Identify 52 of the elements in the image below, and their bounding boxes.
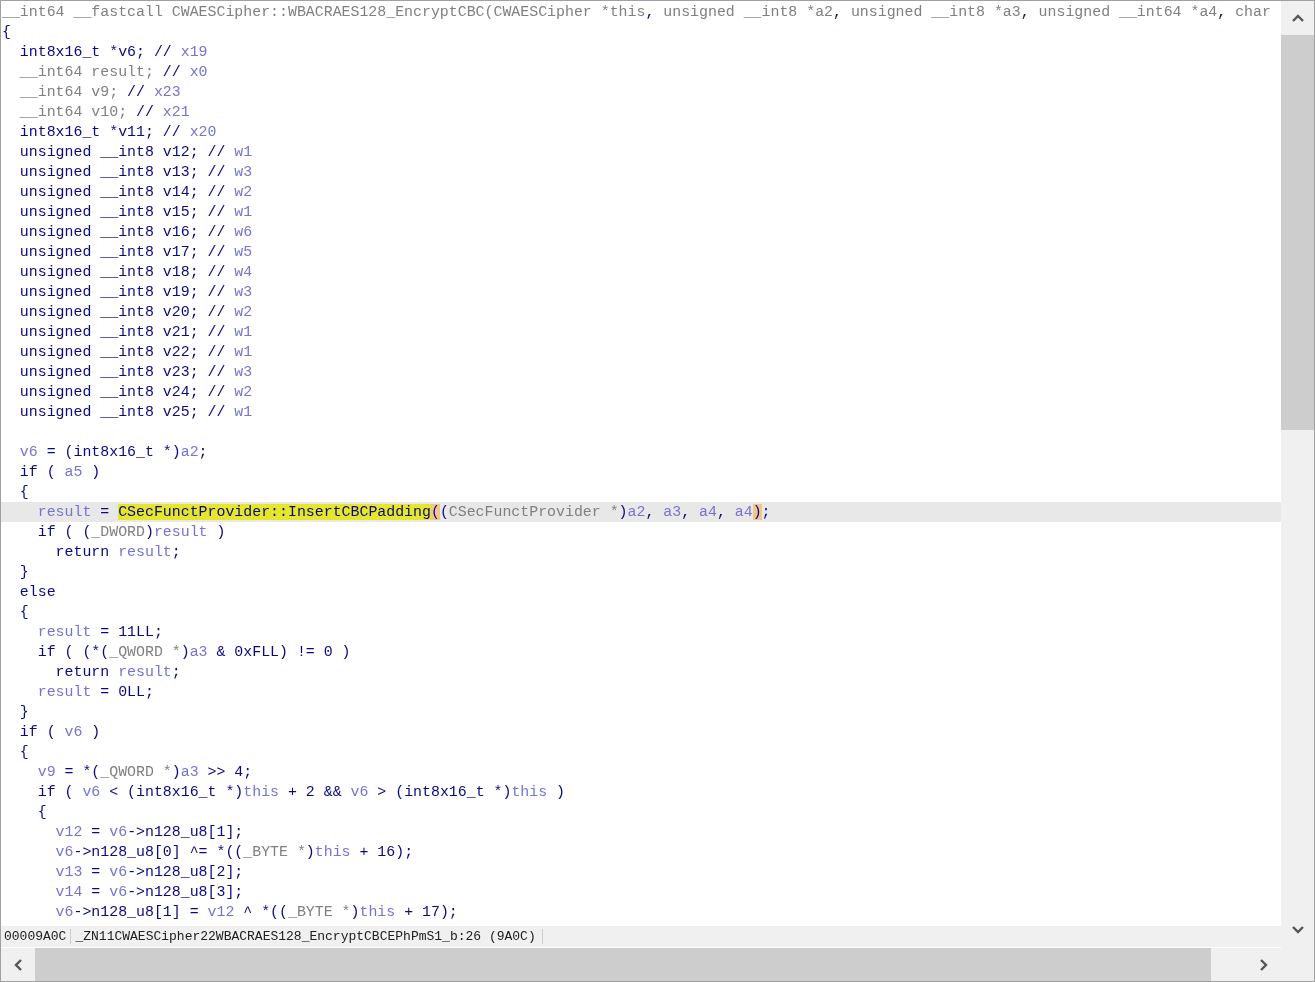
code-line: v9 = *(_QWORD *)a3 >> 4; — [36, 763, 254, 782]
code-line: __int64 result; // x0 — [18, 63, 209, 82]
code-line: result = 11LL; — [36, 623, 164, 642]
code-line: { — [36, 803, 48, 822]
code-line: unsigned __int8 v21; // w1 — [18, 323, 254, 342]
vertical-scrollbar[interactable] — [1281, 1, 1314, 947]
code-line: unsigned __int8 v20; // w2 — [18, 303, 254, 322]
code-line: } — [18, 703, 30, 722]
scrollbar-thumb[interactable] — [1281, 35, 1314, 430]
code-line: unsigned __int8 v14; // w2 — [18, 183, 254, 202]
code-line: { — [18, 603, 30, 622]
code-line: unsigned __int8 v12; // w1 — [18, 143, 254, 162]
code-line: unsigned __int8 v16; // w6 — [18, 223, 254, 242]
code-line: int8x16_t *v6; // x19 — [18, 43, 209, 62]
code-line: v6 = (int8x16_t *)a2; — [18, 443, 209, 462]
code-line: { — [18, 483, 30, 502]
chevron-up-icon[interactable] — [1290, 13, 1305, 23]
chevron-down-icon[interactable] — [1290, 925, 1305, 935]
code-line: if ( v6 < (int8x16_t *)this + 2 && v6 > (int8x16_t *)this ) — [36, 783, 567, 802]
code-line: { — [18, 743, 30, 762]
code-line: unsigned __int8 v24; // w2 — [18, 383, 254, 402]
code-line: v6->n128_u8[0] ^= *((_BYTE *)this + 16); — [54, 843, 415, 862]
code-line: if ( a5 ) — [18, 463, 102, 482]
address-text: 00009A0C — [1, 929, 72, 944]
code-line: } — [18, 563, 30, 582]
code-line: v6->n128_u8[1] = v12 ^ *((_BYTE *)this + 17); — [54, 903, 459, 922]
code-line: unsigned __int8 v23; // w3 — [18, 363, 254, 382]
code-line: unsigned __int8 v15; // w1 — [18, 203, 254, 222]
code-line: unsigned __int8 v25; // w1 — [18, 403, 254, 422]
code-line: else — [18, 583, 57, 602]
code-line: { — [1, 23, 12, 42]
code-line: __int64 __fastcall CWAESCipher::WBACRAES128_EncryptCBC(CWAESCipher *this, unsigned __int8 *a2, unsigned __int8 *a3, unsigned __int64 *a4, char — [1, 3, 1272, 22]
code-line: __int64 v10; // x21 — [18, 103, 191, 122]
chevron-left-icon[interactable] — [13, 957, 23, 972]
code-line: __int64 v9; // x23 — [18, 83, 182, 102]
code-line: return result; — [54, 663, 182, 682]
chevron-right-icon[interactable] — [1259, 957, 1269, 972]
code-line: if ( (*(_QWORD *)a3 & 0xFLL) != 0 ) — [36, 643, 352, 662]
code-line: int8x16_t *v11; // x20 — [18, 123, 218, 142]
code-line: if ( v6 ) — [18, 723, 102, 742]
code-line: result = 0LL; — [36, 683, 155, 702]
code-line: if ( (_DWORD)result ) — [36, 523, 227, 542]
code-line: return result; — [54, 543, 182, 562]
code-line: unsigned __int8 v22; // w1 — [18, 343, 254, 362]
code-line: v12 = v6->n128_u8[1]; — [54, 823, 245, 842]
code-line: v14 = v6->n128_u8[3]; — [54, 883, 245, 902]
code-line: unsigned __int8 v19; // w3 — [18, 283, 254, 302]
location-text: _ZN11CWAESCipher22WBACRAES128_EncryptCBCEPhPmS1_b:26 (9A0C) — [71, 929, 543, 944]
code-line: unsigned __int8 v17; // w5 — [18, 243, 254, 262]
code-line: v13 = v6->n128_u8[2]; — [54, 863, 245, 882]
code-line: unsigned __int8 v13; // w3 — [18, 163, 254, 182]
code-line: unsigned __int8 v18; // w4 — [18, 263, 254, 282]
